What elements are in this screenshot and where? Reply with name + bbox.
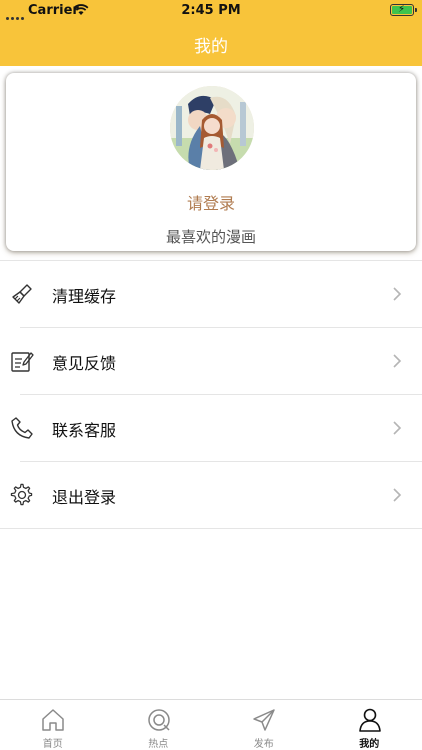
menu-item-label: 意见反馈	[52, 354, 117, 373]
tab-label: 发布	[253, 739, 274, 750]
menu-item-clear-cache[interactable]: 清理缓存	[0, 261, 422, 328]
chevron-right-icon	[393, 488, 402, 502]
settings-menu: 清理缓存 意见反馈 联系客服 退出登录	[0, 260, 422, 529]
broom-icon	[12, 284, 32, 304]
chevron-right-icon	[393, 287, 402, 301]
tab-hotspot[interactable]: 热点	[106, 700, 212, 750]
page-title: 我的	[194, 37, 228, 57]
menu-item-contact-support[interactable]: 联系客服	[0, 395, 422, 462]
send-icon	[253, 709, 275, 731]
status-bar: Carrier 2:45 PM ⚡	[0, 0, 422, 22]
tab-label: 首页	[42, 739, 63, 750]
phone-icon	[11, 417, 33, 439]
avatar[interactable]	[170, 86, 254, 170]
chevron-right-icon	[393, 421, 402, 435]
tab-label: 热点	[148, 739, 169, 750]
menu-item-logout[interactable]: 退出登录	[0, 462, 422, 529]
header: Carrier 2:45 PM ⚡ 我的	[0, 0, 422, 66]
clock: 2:45 PM	[181, 3, 241, 18]
menu-item-label: 联系客服	[52, 421, 117, 440]
person-icon	[358, 708, 381, 732]
battery-icon: ⚡	[390, 4, 417, 16]
tab-mine[interactable]: 我的	[317, 700, 422, 750]
home-icon	[42, 709, 64, 731]
profile-card[interactable]: 请登录 最喜欢的漫画	[6, 73, 416, 251]
tab-label: 我的	[359, 739, 380, 750]
avatar-illustration	[170, 86, 254, 170]
hotspot-icon	[147, 709, 170, 731]
menu-item-label: 清理缓存	[52, 287, 117, 306]
tab-bar: 首页 热点 发布 我的	[0, 699, 422, 750]
menu-item-feedback[interactable]: 意见反馈	[0, 328, 422, 395]
menu-item-label: 退出登录	[52, 488, 117, 507]
chevron-right-icon	[393, 354, 402, 368]
tab-home[interactable]: 首页	[0, 700, 106, 750]
tab-publish[interactable]: 发布	[211, 700, 317, 750]
login-prompt[interactable]: 请登录	[6, 190, 416, 214]
edit-note-icon	[11, 352, 34, 372]
gear-icon	[10, 483, 33, 506]
favorites-label[interactable]: 最喜欢的漫画	[6, 226, 416, 247]
